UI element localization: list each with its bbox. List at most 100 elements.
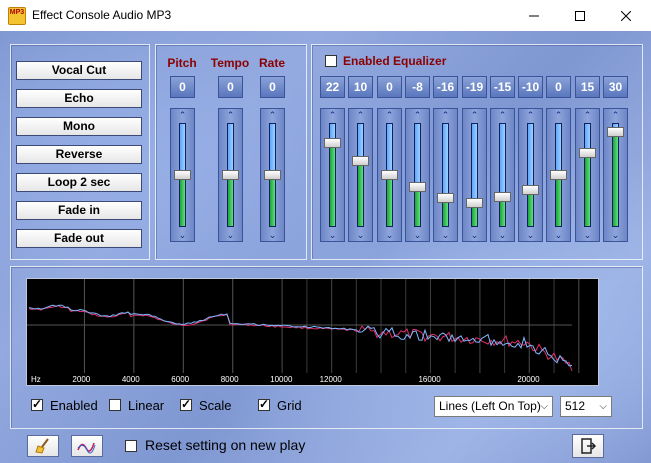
chevron-up-icon[interactable]: ⌃ — [434, 110, 457, 120]
chevron-down-icon[interactable]: ⌄ — [604, 230, 627, 240]
chevron-down-icon[interactable]: ⌄ — [321, 230, 344, 240]
rate-thumb[interactable] — [264, 170, 281, 180]
eq-band-9-thumb[interactable] — [550, 170, 567, 180]
reset-checkbox[interactable] — [125, 440, 137, 452]
chevron-up-icon[interactable]: ⌃ — [604, 110, 627, 120]
minimize-button[interactable] — [511, 0, 557, 31]
chevron-up-icon[interactable]: ⌃ — [378, 110, 401, 120]
chevron-down-icon[interactable]: ⌄ — [261, 230, 284, 240]
option-enabled-checkbox[interactable] — [31, 397, 43, 411]
eq-band-11-value: 30 — [603, 76, 628, 98]
eq-band-6-slider[interactable]: ⌃ ⌄ — [462, 108, 487, 242]
chevron-up-icon[interactable]: ⌃ — [491, 110, 514, 120]
eq-band-7-slider[interactable]: ⌃ ⌄ — [490, 108, 515, 242]
slider-label-rate: Rate — [258, 56, 285, 70]
rate-fill-lower — [270, 175, 275, 226]
rate-slider[interactable]: ⌃ ⌄ — [260, 108, 285, 242]
chevron-up-icon[interactable]: ⌃ — [406, 110, 429, 120]
option-scale-checkbox[interactable] — [180, 397, 192, 411]
exit-button[interactable] — [572, 434, 604, 458]
pitch-thumb[interactable] — [174, 170, 191, 180]
eq-band-6-track — [471, 123, 478, 227]
eq-band-8-value: -10 — [518, 76, 543, 98]
chevron-down-icon[interactable]: ⌄ — [519, 230, 542, 240]
chevron-up-icon[interactable]: ⌃ — [349, 110, 372, 120]
chevron-down-icon[interactable]: ⌄ — [434, 230, 457, 240]
eq-band-2-slider[interactable]: ⌃ ⌄ — [348, 108, 373, 242]
waveform-button[interactable] — [71, 435, 103, 457]
eq-band-9-slider[interactable]: ⌃ ⌄ — [546, 108, 571, 242]
chevron-down-icon[interactable]: ⌄ — [219, 230, 242, 240]
option-enabled-label: Enabled — [50, 398, 98, 413]
effect-button-fade-in[interactable]: Fade in — [16, 201, 142, 220]
option-grid-label: Grid — [277, 398, 302, 413]
effect-button-echo[interactable]: Echo — [16, 89, 142, 108]
close-button[interactable] — [603, 0, 649, 31]
eq-band-3-slider[interactable]: ⌃ ⌄ — [377, 108, 402, 242]
eq-band-1-thumb[interactable] — [324, 138, 341, 148]
eq-band-11-thumb[interactable] — [607, 127, 624, 137]
eq-band-10-slider[interactable]: ⌃ ⌄ — [575, 108, 600, 242]
eq-band-9-fill-upper — [556, 124, 561, 175]
pitch-slider[interactable]: ⌃ ⌄ — [170, 108, 195, 242]
chevron-down-icon[interactable]: ⌄ — [406, 230, 429, 240]
chevron-down-icon[interactable]: ⌄ — [491, 230, 514, 240]
chevron-up-icon[interactable]: ⌃ — [576, 110, 599, 120]
rate-fill-upper — [270, 124, 275, 175]
eq-band-6-thumb[interactable] — [466, 198, 483, 208]
clear-button[interactable] — [27, 435, 59, 457]
eq-band-4-thumb[interactable] — [409, 182, 426, 192]
eq-band-5-slider[interactable]: ⌃ ⌄ — [433, 108, 458, 242]
maximize-button[interactable] — [557, 0, 603, 31]
tempo-thumb[interactable] — [222, 170, 239, 180]
option-linear-label: Linear — [128, 398, 165, 413]
chevron-up-icon[interactable]: ⌃ — [219, 110, 242, 120]
chevron-down-icon[interactable]: ⌄ — [349, 230, 372, 240]
chevron-down-icon[interactable]: ⌄ — [576, 230, 599, 240]
eq-band-10-fill-lower — [585, 153, 590, 226]
spectrum-x-label: Hz — [31, 375, 41, 384]
eq-band-3-thumb[interactable] — [381, 170, 398, 180]
eq-band-11-fill-lower — [613, 132, 618, 226]
eq-band-7-value: -15 — [490, 76, 515, 98]
option-grid-checkbox[interactable] — [258, 397, 270, 411]
maximize-icon — [575, 10, 585, 21]
eq-band-11-slider[interactable]: ⌃ ⌄ — [603, 108, 628, 242]
tempo-slider[interactable]: ⌃ ⌄ — [218, 108, 243, 242]
display-mode-value: Lines (Left On Top) — [439, 399, 541, 413]
eq-band-2-thumb[interactable] — [352, 156, 369, 166]
eq-band-3-value: 0 — [377, 76, 402, 98]
option-linear-checkbox[interactable] — [109, 399, 121, 411]
chevron-down-icon[interactable]: ⌄ — [171, 230, 194, 240]
equalizer-enabled-checkbox[interactable] — [325, 55, 337, 67]
chevron-down-icon[interactable]: ⌄ — [463, 230, 486, 240]
fft-size-select[interactable]: 512 ⌵ — [560, 396, 612, 417]
eq-band-5-thumb[interactable] — [437, 193, 454, 203]
eq-band-1-slider[interactable]: ⌃ ⌄ — [320, 108, 345, 242]
chevron-up-icon[interactable]: ⌃ — [547, 110, 570, 120]
chevron-down-icon[interactable]: ⌄ — [378, 230, 401, 240]
eq-band-4-slider[interactable]: ⌃ ⌄ — [405, 108, 430, 242]
eq-band-4-fill-lower — [415, 187, 420, 226]
reset-label: Reset setting on new play — [145, 437, 306, 453]
effect-button-fade-out[interactable]: Fade out — [16, 229, 142, 248]
effect-button-vocal-cut[interactable]: Vocal Cut — [16, 61, 142, 80]
chevron-up-icon[interactable]: ⌃ — [171, 110, 194, 120]
eq-band-8-slider[interactable]: ⌃ ⌄ — [518, 108, 543, 242]
eq-band-7-thumb[interactable] — [494, 192, 511, 202]
effect-button-loop-2-sec[interactable]: Loop 2 sec — [16, 173, 142, 192]
eq-band-8-thumb[interactable] — [522, 185, 539, 195]
chevron-up-icon[interactable]: ⌃ — [321, 110, 344, 120]
chevron-up-icon[interactable]: ⌃ — [261, 110, 284, 120]
spectrum-analyzer: dB 60 Hz20004000600080001000012000160002… — [26, 278, 599, 386]
display-mode-select[interactable]: Lines (Left On Top) ⌵ — [434, 396, 553, 417]
effect-button-mono[interactable]: Mono — [16, 117, 142, 136]
effect-button-reverse[interactable]: Reverse — [16, 145, 142, 164]
chevron-down-icon[interactable]: ⌄ — [547, 230, 570, 240]
chevron-up-icon[interactable]: ⌃ — [519, 110, 542, 120]
chevron-up-icon[interactable]: ⌃ — [463, 110, 486, 120]
spectrum-x-label: 20000 — [517, 375, 540, 384]
eq-band-10-thumb[interactable] — [579, 148, 596, 158]
eq-band-8-fill-upper — [528, 124, 533, 190]
eq-band-7-fill-upper — [500, 124, 505, 197]
